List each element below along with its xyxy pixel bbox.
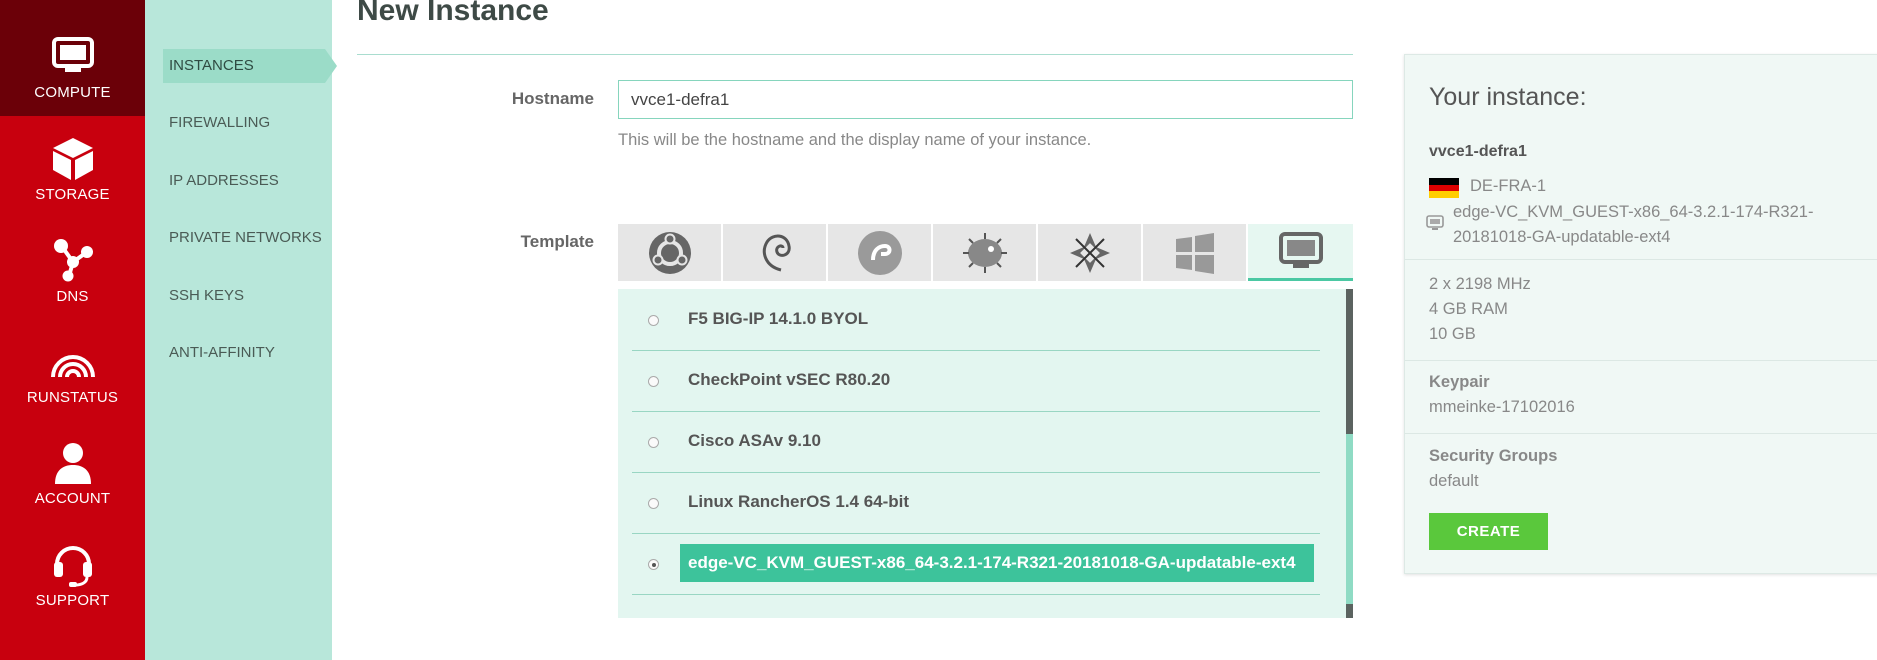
- summary-hostname: vvce1-defra1: [1429, 143, 1527, 160]
- openbsd-icon: [962, 232, 1007, 273]
- summary-keypair: mmeinke-17102016: [1429, 398, 1575, 416]
- summary-divider: [1405, 259, 1877, 260]
- summary-disk: 10 GB: [1429, 325, 1476, 343]
- nav-runstatus[interactable]: RUNSTATUS: [0, 329, 145, 429]
- tab-openbsd[interactable]: [933, 224, 1036, 281]
- windows-icon: [1175, 232, 1214, 274]
- template-radio[interactable]: [648, 437, 659, 448]
- headset-icon: [53, 546, 92, 587]
- nav-compute[interactable]: COMPUTE: [0, 0, 145, 116]
- hostname-input[interactable]: [618, 80, 1353, 119]
- network-icon: [53, 239, 93, 282]
- summary-security-groups-label: Security Groups: [1429, 447, 1558, 465]
- template-radio-checked[interactable]: [648, 559, 659, 570]
- summary-divider: [1405, 360, 1877, 361]
- nav-label: STORAGE: [35, 186, 110, 203]
- hostname-label: Hostname: [511, 89, 594, 108]
- template-label: Template: [520, 232, 594, 251]
- tab-fedora[interactable]: [828, 224, 931, 281]
- scrollbar-end: [1346, 604, 1353, 618]
- page-title: New Instance: [357, 0, 549, 27]
- summary-keypair-label: Keypair: [1429, 373, 1490, 391]
- template-name: edge-VC_KVM_GUEST-x86_64-3.2.1-174-R321-…: [680, 544, 1314, 582]
- centos-icon: [1069, 232, 1110, 273]
- main-nav: COMPUTE STORAGE DNS RUNSTATUS ACCOUNT SU…: [0, 0, 145, 660]
- nav-storage[interactable]: STORAGE: [0, 126, 145, 226]
- summary-zone: DE-FRA-1: [1470, 177, 1547, 195]
- nav-dns[interactable]: DNS: [0, 228, 145, 328]
- fedora-icon: [857, 230, 902, 275]
- template-name: Linux RancherOS 1.4 64-bit: [688, 492, 910, 511]
- template-row[interactable]: Cisco ASAv 9.10: [632, 411, 1320, 473]
- template-row-selected[interactable]: edge-VC_KVM_GUEST-x86_64-3.2.1-174-R321-…: [632, 533, 1320, 595]
- subnav-item-firewalling[interactable]: FIREWALLING: [163, 106, 325, 140]
- nav-support[interactable]: SUPPORT: [0, 532, 145, 632]
- summary-ram: 4 GB RAM: [1429, 300, 1508, 318]
- tab-debian[interactable]: [723, 224, 826, 281]
- monitor-icon: [51, 37, 94, 72]
- create-button[interactable]: CREATE: [1429, 513, 1548, 550]
- template-row[interactable]: F5 BIG-IP 14.1.0 BYOL: [632, 289, 1320, 351]
- template-list: F5 BIG-IP 14.1.0 BYOL CheckPoint vSEC R8…: [618, 289, 1353, 618]
- os-tabs: [618, 224, 1353, 281]
- template-radio[interactable]: [648, 498, 659, 509]
- subnav-item-ssh-keys[interactable]: SSH KEYS: [163, 279, 325, 313]
- summary-security-groups: default: [1429, 472, 1479, 490]
- nav-label: SUPPORT: [35, 592, 110, 609]
- tab-windows[interactable]: [1143, 224, 1246, 281]
- signal-icon: [50, 355, 95, 378]
- nav-label: DNS: [56, 288, 89, 305]
- scrollbar-thumb[interactable]: [1346, 289, 1353, 434]
- tab-custom-templates[interactable]: [1248, 224, 1353, 281]
- template-screen-icon: [1426, 215, 1444, 230]
- hostname-help-text: This will be the hostname and the displa…: [618, 131, 1092, 149]
- nav-label: RUNSTATUS: [26, 389, 119, 406]
- summary-cpu: 2 x 2198 MHz: [1429, 275, 1531, 293]
- template-scrollbar[interactable]: [1346, 289, 1353, 618]
- ubuntu-icon: [648, 231, 691, 274]
- template-row[interactable]: Linux RancherOS 1.4 64-bit: [632, 472, 1320, 534]
- summary-title: Your instance:: [1429, 83, 1587, 111]
- subnav-item-private-networks[interactable]: PRIVATE NETWORKS: [163, 221, 325, 255]
- user-icon: [54, 443, 91, 484]
- summary-template: edge-VC_KVM_GUEST-x86_64-3.2.1-174-R321-…: [1453, 203, 1814, 246]
- tab-ubuntu[interactable]: [618, 224, 721, 281]
- nav-label: ACCOUNT: [34, 490, 111, 507]
- summary-divider: [1405, 433, 1877, 434]
- sub-nav: INSTANCES FIREWALLING IP ADDRESSES PRIVA…: [145, 0, 337, 660]
- subnav-item-anti-affinity[interactable]: ANTI-AFFINITY: [163, 336, 325, 370]
- custom-template-icon: [1278, 232, 1323, 268]
- germany-flag-icon: [1429, 178, 1459, 198]
- template-radio[interactable]: [648, 315, 659, 326]
- subnav-item-instances[interactable]: INSTANCES: [163, 49, 337, 83]
- template-radio[interactable]: [648, 376, 659, 387]
- debian-icon: [762, 234, 791, 271]
- title-divider: [357, 54, 1353, 55]
- nav-account[interactable]: ACCOUNT: [0, 430, 145, 530]
- template-name: CheckPoint vSEC R80.20: [688, 370, 891, 389]
- nav-label: COMPUTE: [34, 84, 111, 101]
- instance-summary-panel: Your instance: vvce1-defra1 DE-FRA-1 edg…: [1404, 54, 1877, 574]
- tab-centos[interactable]: [1038, 224, 1141, 281]
- subnav-item-ip-addresses[interactable]: IP ADDRESSES: [163, 164, 325, 198]
- template-name: F5 BIG-IP 14.1.0 BYOL: [688, 309, 869, 328]
- template-name: Cisco ASAv 9.10: [688, 431, 821, 450]
- template-row[interactable]: CheckPoint vSEC R80.20: [632, 350, 1320, 412]
- cube-icon: [52, 138, 93, 180]
